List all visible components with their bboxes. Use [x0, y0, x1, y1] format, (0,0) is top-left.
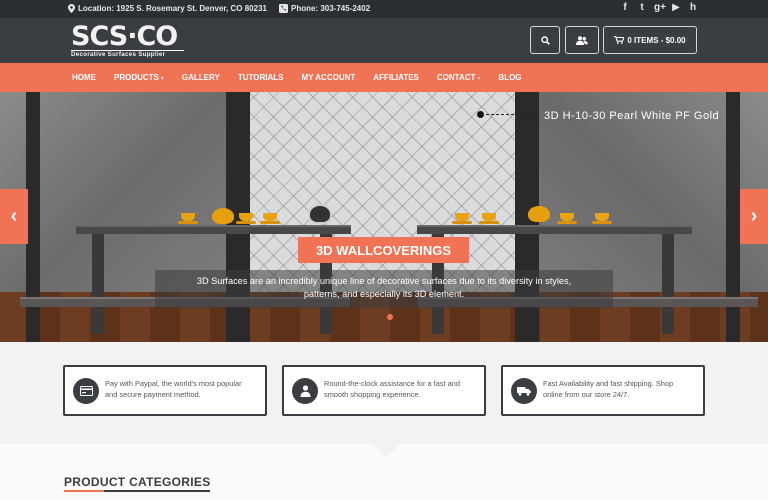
- hero-cup: [560, 213, 574, 221]
- title-underline-accent: [64, 490, 104, 492]
- logo-mark: SCS·CO: [71, 23, 184, 51]
- feature-text-line: smooth shopping experience.: [324, 390, 421, 399]
- cart-label: 0 ITEMS - $0.00: [627, 35, 686, 45]
- section-title: PRODUCT CATEGORIES: [64, 475, 211, 489]
- nav-label: AFFILIATES: [373, 73, 419, 82]
- feature-box-shipping: Fast Availability and fast shipping. Sho…: [501, 365, 705, 416]
- hero-cup: [455, 213, 469, 221]
- map-pin-icon: [68, 4, 75, 13]
- feature-text: Round-the-clock assistance for a fast an…: [324, 378, 478, 400]
- hero-slider: 3D H-10-30 Pearl White PF Gold 3D WALLCO…: [0, 92, 768, 342]
- nav-item-contact[interactable]: CONTACT ▾: [437, 73, 481, 82]
- feature-text-line: Round-the-clock assistance for a fast an…: [324, 379, 460, 388]
- main-nav: HOME PRODUCTS ▾ GALLERY TUTORIALS MY ACCO…: [0, 63, 768, 92]
- hero-table-leg: [92, 234, 104, 334]
- user-icon: [292, 378, 318, 404]
- hero-teapot: [528, 206, 550, 222]
- hero-saucer: [236, 221, 256, 224]
- hero-table-leg: [662, 234, 674, 334]
- hero-cup: [595, 213, 609, 221]
- feature-box-payment: Pay with Paypal, the world's most popula…: [63, 365, 267, 416]
- phone-text: Phone: 303-745-2402: [291, 4, 371, 13]
- social-links: f t g+ ▶ h: [620, 2, 698, 13]
- chevron-down-icon: ▾: [477, 76, 481, 82]
- search-icon: [540, 35, 550, 45]
- hero-saucer: [260, 221, 280, 224]
- hero-table: [76, 225, 351, 234]
- nav-label: GALLERY: [181, 73, 220, 82]
- search-button[interactable]: [530, 26, 560, 54]
- feature-box-support: Round-the-clock assistance for a fast an…: [282, 365, 486, 416]
- nav-label: MY ACCOUNT: [301, 73, 356, 82]
- credit-card-icon: [73, 378, 99, 404]
- slider-next-button[interactable]: ›: [740, 189, 768, 244]
- slide-description: 3D Surfaces are an incredibly unique lin…: [155, 270, 613, 308]
- hero-cup: [181, 213, 195, 221]
- feature-text-line: and secure payment method.: [105, 390, 201, 399]
- youtube-icon[interactable]: ▶: [671, 2, 681, 13]
- hero-saucer: [452, 221, 472, 224]
- slider-prev-button[interactable]: ‹: [0, 189, 28, 244]
- nav-label: TUTORIALS: [237, 73, 284, 82]
- nav-label: HOME: [72, 73, 96, 82]
- hero-teapot: [212, 208, 234, 224]
- site-header: SCS·CO Decorative Surfaces Supplier 0 IT…: [0, 18, 768, 63]
- nav-label: PRODUCTS: [114, 73, 159, 82]
- chevron-down-icon: ▾: [160, 76, 164, 82]
- product-callout-line: [481, 114, 539, 115]
- phone-info: Phone: 303-745-2402: [279, 4, 370, 13]
- hero-cup: [263, 213, 277, 221]
- phone-icon: [279, 4, 288, 13]
- location-info: Location: 1925 S. Rosemary St. Denver, C…: [68, 4, 267, 13]
- facebook-icon[interactable]: f: [620, 2, 630, 13]
- site-logo[interactable]: SCS·CO Decorative Surfaces Supplier: [71, 23, 184, 59]
- nav-item-products[interactable]: PRODUCTS ▾: [114, 73, 164, 82]
- slide-description-line: 3D Surfaces are an incredibly unique lin…: [196, 276, 572, 286]
- top-info-bar: Location: 1925 S. Rosemary St. Denver, C…: [0, 0, 768, 18]
- chevron-right-icon: ›: [750, 205, 758, 227]
- slide-description-line: patterns, and especially its 3D element.: [303, 289, 465, 299]
- nav-item-home[interactable]: HOME: [72, 73, 96, 82]
- nav-label: CONTACT: [436, 73, 476, 82]
- feature-text-line: Pay with Paypal, the world's most popula…: [105, 379, 242, 388]
- account-button[interactable]: [565, 26, 599, 54]
- product-caption: 3D H-10-30 Pearl White PF Gold: [544, 110, 720, 122]
- hero-saucer: [557, 221, 577, 224]
- nav-item-gallery[interactable]: GALLERY: [182, 73, 220, 82]
- feature-text-line: Fast Availability and fast shipping. Sho…: [543, 379, 674, 388]
- product-categories-section: PRODUCT CATEGORIES: [0, 444, 768, 500]
- nav-item-affiliates[interactable]: AFFILIATES: [373, 73, 419, 82]
- google-plus-icon[interactable]: g+: [654, 2, 666, 13]
- truck-icon: [511, 378, 537, 404]
- feature-text: Pay with Paypal, the world's most popula…: [105, 378, 259, 400]
- slide-title: 3D WALLCOVERINGS: [298, 237, 469, 263]
- cart-icon: [614, 36, 625, 44]
- cart-button[interactable]: 0 ITEMS - $0.00: [603, 26, 697, 54]
- section-notch: [372, 444, 400, 458]
- hero-saucer: [479, 221, 499, 224]
- hero-kettle: [308, 204, 332, 224]
- feature-section: Pay with Paypal, the world's most popula…: [0, 342, 768, 444]
- feature-text-line: online from our store 24/7.: [543, 390, 630, 399]
- houzz-icon[interactable]: h: [688, 2, 698, 13]
- hero-cup: [239, 213, 253, 221]
- logo-tagline: Decorative Surfaces Supplier: [71, 51, 166, 58]
- twitter-icon[interactable]: t: [637, 2, 647, 13]
- nav-item-tutorials[interactable]: TUTORIALS: [238, 73, 284, 82]
- nav-item-blog[interactable]: BLOG: [498, 73, 521, 82]
- chevron-left-icon: ‹: [10, 205, 18, 227]
- location-text: Location: 1925 S. Rosemary St. Denver, C…: [78, 4, 267, 13]
- hero-saucer: [592, 221, 612, 224]
- hero-table: [417, 225, 692, 234]
- nav-item-my-account[interactable]: MY ACCOUNT: [301, 73, 355, 82]
- hero-saucer: [178, 221, 198, 224]
- users-icon: [576, 35, 588, 45]
- slider-pagination-dot[interactable]: [387, 314, 393, 320]
- feature-text: Fast Availability and fast shipping. Sho…: [543, 378, 697, 400]
- hero-cup: [482, 213, 496, 221]
- nav-label: BLOG: [498, 73, 522, 82]
